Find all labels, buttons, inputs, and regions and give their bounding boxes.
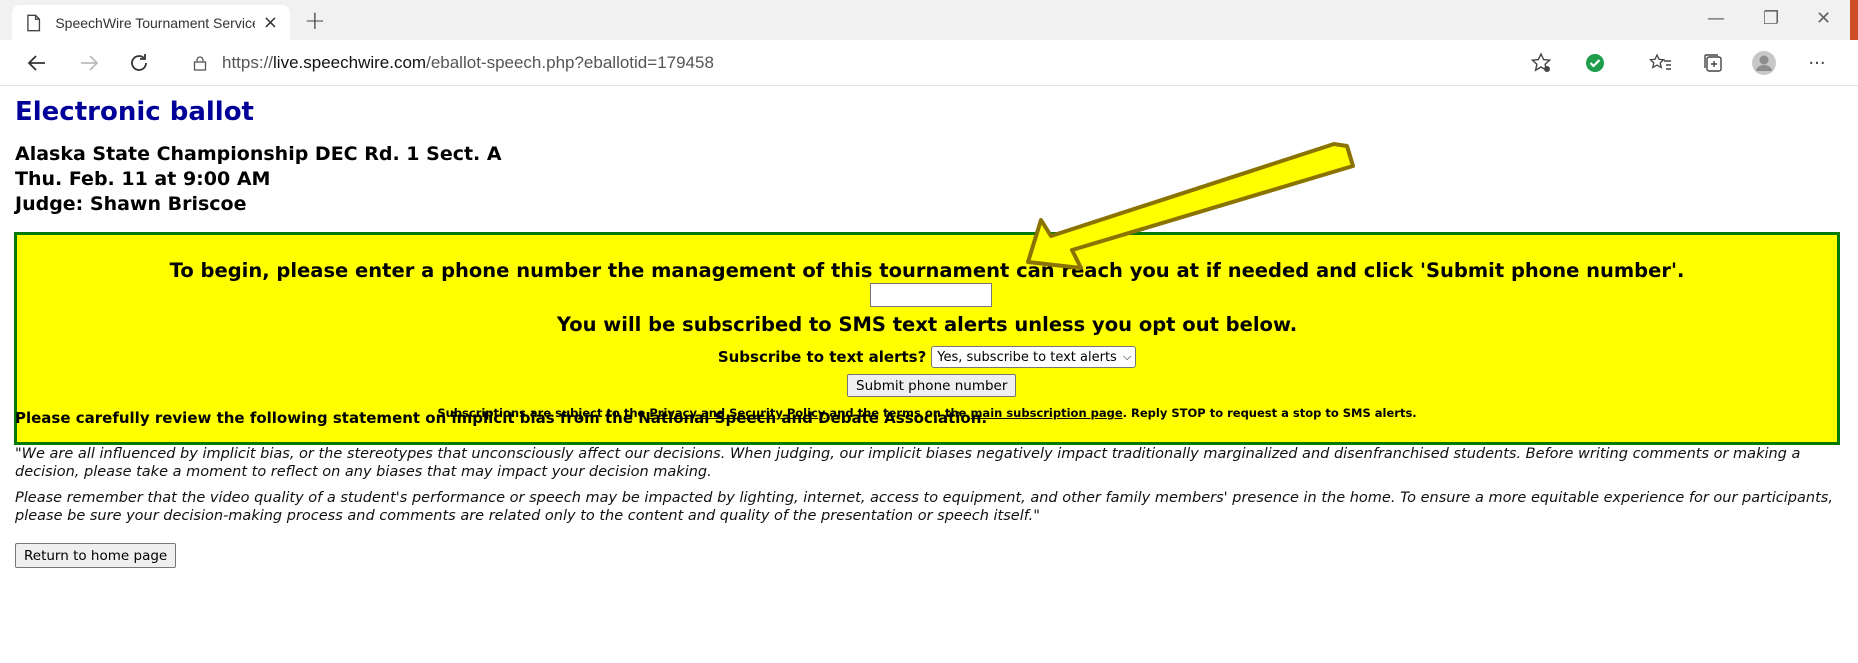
- back-arrow-icon: [27, 55, 45, 71]
- subscribe-label: Subscribe to text alerts?: [717, 348, 927, 366]
- subscribe-row: Subscribe to text alerts? Yes, subscribe…: [17, 346, 1837, 368]
- judge-name: Judge: Shawn Briscoe: [15, 193, 247, 215]
- subscribe-select[interactable]: Yes, subscribe to text alerts ⌵: [931, 346, 1137, 368]
- optout-notice: You will be subscribed to SMS text alert…: [556, 313, 1298, 336]
- url-host: live.speechwire.com: [273, 53, 427, 72]
- profile-avatar-icon[interactable]: [1751, 50, 1777, 76]
- restore-button[interactable]: ❐: [1763, 10, 1779, 28]
- more-menu-icon[interactable]: ···: [1804, 50, 1830, 76]
- bias-heading: Please carefully review the following st…: [15, 409, 988, 427]
- url-path: /eballot-speech.php?eballotid=179458: [426, 53, 714, 72]
- bias-paragraph-2: Please remember that the video quality o…: [15, 490, 1833, 524]
- minimize-button[interactable]: —: [1707, 10, 1725, 28]
- chevron-down-icon: ⌵: [1122, 350, 1132, 363]
- tab-close-icon[interactable]: ×: [263, 13, 278, 32]
- favorite-star-icon[interactable]: [1528, 50, 1554, 76]
- url-scheme: https://: [222, 53, 274, 72]
- phone-input[interactable]: [870, 283, 992, 307]
- browser-tab[interactable]: SpeechWire Tournament Service ×: [12, 5, 290, 40]
- new-tab-button[interactable]: +: [304, 8, 326, 34]
- return-home-button[interactable]: Return to home page: [15, 543, 177, 568]
- forward-arrow-icon: [81, 55, 99, 71]
- extension-check-icon[interactable]: [1582, 50, 1608, 76]
- bias-paragraph-1: "We are all influenced by implicit bias,…: [15, 446, 1801, 480]
- url-text: https://live.speechwire.com/eballot-spee…: [222, 53, 714, 73]
- submit-phone-button[interactable]: Submit phone number: [847, 374, 1017, 397]
- subscription-page-link[interactable]: main subscription page: [970, 406, 1122, 420]
- round-datetime: Thu. Feb. 11 at 9:00 AM: [15, 168, 271, 190]
- refresh-icon: [131, 54, 147, 71]
- refresh-button[interactable]: [124, 48, 154, 78]
- terms-post: . Reply STOP to request a stop to SMS al…: [1122, 406, 1417, 420]
- close-window-button[interactable]: ✕: [1816, 10, 1831, 28]
- browser-toolbar: https://live.speechwire.com/eballot-spee…: [0, 40, 1858, 86]
- page-title: Electronic ballot: [15, 97, 254, 127]
- tab-title: SpeechWire Tournament Service: [55, 14, 255, 31]
- collections-icon[interactable]: [1700, 50, 1726, 76]
- forward-button[interactable]: [74, 48, 104, 78]
- back-button[interactable]: [22, 48, 52, 78]
- tab-strip: SpeechWire Tournament Service × + — ❐ ✕: [0, 0, 1858, 62]
- subscribe-selected-value: Yes, subscribe to text alerts: [937, 349, 1117, 365]
- page-icon: [27, 14, 41, 31]
- begin-instructions: To begin, please enter a phone number th…: [169, 259, 1685, 282]
- address-bar[interactable]: https://live.speechwire.com/eballot-spee…: [180, 46, 1576, 80]
- tournament-name: Alaska State Championship DEC Rd. 1 Sect…: [15, 143, 502, 165]
- favorites-list-icon[interactable]: [1648, 50, 1674, 76]
- lock-icon: [193, 56, 207, 71]
